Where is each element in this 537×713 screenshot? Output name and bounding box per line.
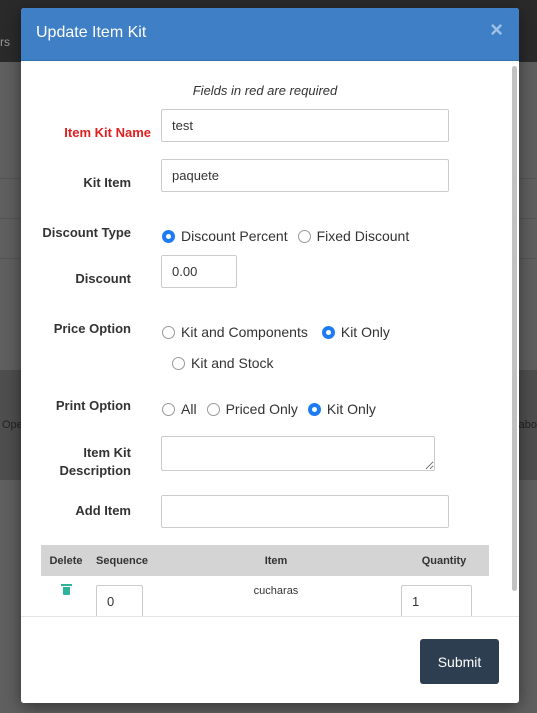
radio-label: Discount Percent bbox=[181, 228, 288, 244]
price-kit-only-radio[interactable]: Kit Only bbox=[321, 324, 390, 340]
discount-percent-radio[interactable]: Discount Percent bbox=[162, 228, 288, 244]
kit-and-stock-radio[interactable]: Kit and Stock bbox=[172, 355, 274, 371]
modal-footer: Submit bbox=[21, 616, 519, 703]
radio-label: Kit and Components bbox=[181, 324, 308, 340]
kit-and-components-radio[interactable]: Kit and Components bbox=[162, 324, 308, 340]
discount-type-label: Discount Type bbox=[42, 225, 131, 240]
radio-unselected-icon bbox=[162, 402, 175, 416]
quantity-column-header: Quantity bbox=[399, 545, 489, 576]
radio-label: Kit Only bbox=[326, 401, 376, 417]
table-header-row: Delete Sequence Item Quantity bbox=[41, 545, 489, 576]
fixed-discount-radio[interactable]: Fixed Discount bbox=[297, 228, 410, 244]
item-kit-description-textarea[interactable] bbox=[161, 436, 435, 471]
price-option-radio-group-row2: Kit and Stock bbox=[172, 355, 284, 371]
sequence-input[interactable] bbox=[96, 585, 143, 616]
item-kit-description-label: Item Kit Description bbox=[21, 444, 131, 480]
delete-column-header: Delete bbox=[41, 545, 91, 576]
trash-icon[interactable] bbox=[60, 584, 72, 595]
add-item-label: Add Item bbox=[75, 503, 131, 518]
print-all-radio[interactable]: All bbox=[162, 401, 197, 417]
kit-items-table: Delete Sequence Item Quantity cucharas bbox=[41, 545, 489, 616]
modal-scrollbar[interactable] bbox=[512, 66, 517, 591]
quantity-input[interactable] bbox=[401, 585, 472, 616]
delete-cell bbox=[41, 576, 91, 616]
radio-label: Fixed Discount bbox=[316, 228, 410, 244]
item-column-header: Item bbox=[153, 545, 399, 576]
table-row: cucharas bbox=[41, 576, 489, 616]
radio-label: Kit and Stock bbox=[191, 355, 274, 371]
kit-item-label: Kit Item bbox=[83, 175, 131, 190]
close-icon[interactable]: × bbox=[490, 19, 503, 41]
description-label-line: Description bbox=[59, 463, 131, 478]
update-item-kit-modal: Update Item Kit × Fields in red are requ… bbox=[21, 8, 519, 703]
radio-unselected-icon bbox=[206, 402, 220, 416]
background-column-text: Ope bbox=[2, 419, 23, 431]
print-kit-only-radio[interactable]: Kit Only bbox=[307, 401, 376, 417]
radio-selected-icon bbox=[162, 229, 175, 243]
radio-label: All bbox=[181, 401, 197, 417]
print-option-label: Print Option bbox=[55, 398, 131, 413]
radio-unselected-icon bbox=[172, 356, 185, 370]
radio-label: Kit Only bbox=[340, 324, 390, 340]
item-cell: cucharas bbox=[253, 585, 299, 597]
item-kit-name-label: Item Kit Name bbox=[64, 125, 151, 140]
radio-selected-icon bbox=[307, 402, 321, 416]
quantity-cell bbox=[399, 576, 489, 616]
priced-only-radio[interactable]: Priced Only bbox=[206, 401, 298, 417]
radio-selected-icon bbox=[321, 325, 335, 339]
discount-label: Discount bbox=[75, 271, 131, 286]
radio-unselected-icon bbox=[162, 325, 175, 339]
kit-item-input[interactable] bbox=[161, 159, 449, 192]
sequence-cell bbox=[91, 576, 153, 616]
radio-label: Priced Only bbox=[225, 401, 298, 417]
discount-input[interactable] bbox=[161, 255, 237, 288]
sequence-column-header: Sequence bbox=[91, 545, 153, 576]
submit-button[interactable]: Submit bbox=[420, 639, 499, 684]
price-option-label: Price Option bbox=[53, 321, 131, 336]
price-option-radio-group: Kit and Components Kit Only bbox=[162, 324, 400, 340]
add-item-input[interactable] bbox=[161, 495, 449, 528]
modal-body: Fields in red are required Item Kit Name… bbox=[21, 61, 519, 616]
print-option-radio-group: All Priced Only Kit Only bbox=[162, 401, 386, 417]
background-column-text: abo bbox=[518, 419, 537, 431]
background-nav-text: rs bbox=[0, 35, 10, 49]
radio-unselected-icon bbox=[297, 229, 311, 243]
discount-type-radio-group: Discount Percent Fixed Discount bbox=[162, 228, 419, 244]
description-label-line: Item Kit bbox=[83, 445, 131, 460]
item-kit-name-input[interactable] bbox=[161, 109, 449, 142]
modal-title: Update Item Kit bbox=[36, 24, 147, 41]
modal-header: Update Item Kit × bbox=[21, 8, 519, 61]
required-fields-note: Fields in red are required bbox=[192, 83, 338, 98]
